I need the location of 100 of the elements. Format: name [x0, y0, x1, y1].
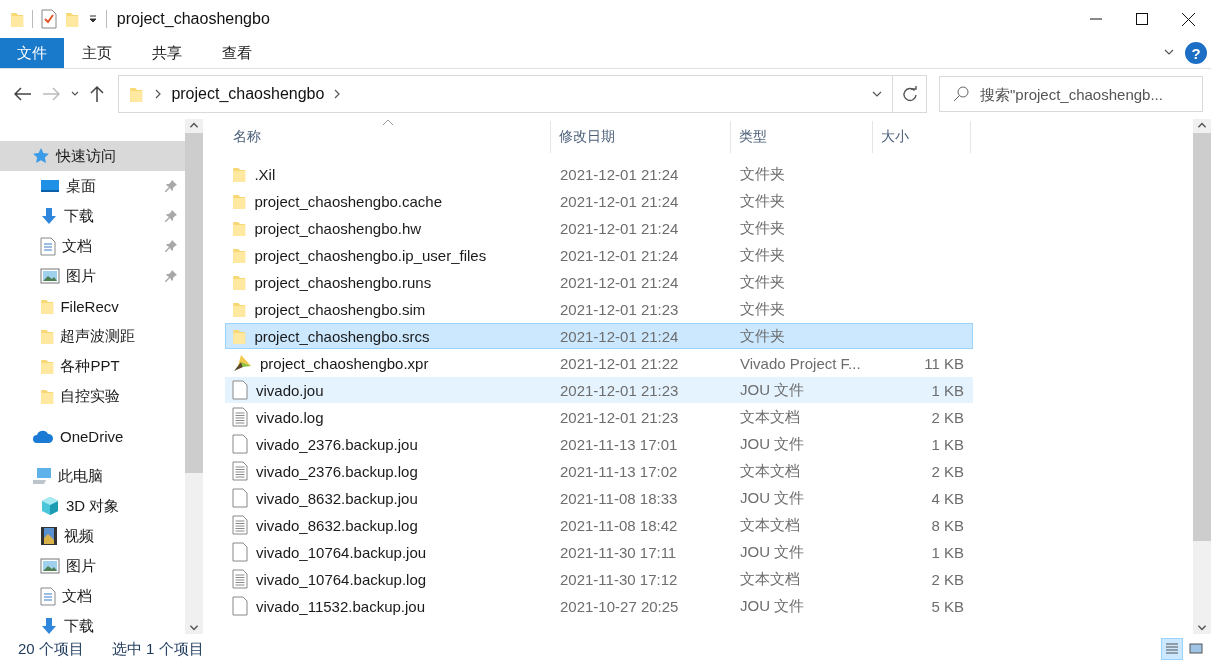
ribbon-tab[interactable]: 共享 [134, 38, 200, 68]
help-button[interactable]: ? [1185, 42, 1207, 64]
file-type: 文本文档 [739, 515, 801, 535]
folder-icon [232, 273, 247, 291]
column-header[interactable]: 名称 [225, 121, 551, 153]
file-list-scrollbar[interactable] [1193, 119, 1211, 634]
file-row[interactable]: vivado_8632.backup.log 2021-11-08 18:42 文本文档 8 KB [225, 512, 973, 538]
sidebar-item[interactable]: 下载 [0, 201, 185, 231]
file-row[interactable]: project_chaoshengbo.runs 2021-12-01 21:24 文件夹 [225, 269, 973, 295]
file-row[interactable]: vivado_2376.backup.jou 2021-11-13 17:01 JOU 文件 1 KB [225, 431, 973, 457]
file-type: JOU 文件 [739, 596, 806, 616]
file-row[interactable]: vivado_10764.backup.jou 2021-11-30 17:11 JOU 文件 1 KB [225, 539, 973, 565]
up-button[interactable] [88, 83, 106, 105]
sidebar-item[interactable]: 桌面 [0, 171, 185, 201]
modified-date: 2021-12-01 21:23 [559, 381, 680, 399]
folder-icon [232, 300, 247, 318]
ribbon-tab[interactable]: 主页 [64, 38, 130, 68]
cloud-icon [32, 428, 54, 444]
folder-icon [40, 297, 55, 315]
blank-file-icon [232, 542, 248, 562]
file-size: 5 KB [930, 597, 964, 615]
column-header[interactable]: 修改日期 [551, 121, 731, 153]
sidebar-scrollbar[interactable] [185, 119, 203, 634]
text-file-icon [232, 515, 248, 535]
document-icon [40, 586, 56, 606]
blank-file-icon [232, 596, 248, 616]
desktop-icon [40, 178, 60, 194]
file-type: 文件夹 [739, 218, 786, 238]
pin-icon [165, 270, 177, 282]
sidebar-item[interactable]: 快速访问 [0, 141, 185, 171]
file-row[interactable]: project_chaoshengbo.cache 2021-12-01 21:24 文件夹 [225, 188, 973, 214]
file-type: JOU 文件 [739, 542, 806, 562]
forward-arrow-icon [42, 87, 60, 101]
minimize-icon [1090, 18, 1102, 20]
file-row[interactable]: project_chaoshengbo.hw 2021-12-01 21:24 文件夹 [225, 215, 973, 241]
pin-icon [165, 210, 177, 222]
file-type: Vivado Project F... [739, 354, 862, 372]
text-file-icon [232, 461, 248, 481]
folder-icon [40, 387, 55, 405]
search-field[interactable]: 搜索"project_chaoshengb... [939, 76, 1203, 112]
sidebar-item[interactable]: 超声波测距 [0, 321, 185, 351]
sidebar-item[interactable]: 3D 对象 [0, 491, 185, 521]
file-row[interactable]: vivado_11532.backup.jou 2021-10-27 20:25 JOU 文件 5 KB [225, 593, 973, 619]
address-bar[interactable]: project_chaoshengbo [118, 75, 927, 113]
forward-button[interactable] [40, 85, 62, 103]
file-row[interactable]: project_chaoshengbo.sim 2021-12-01 21:23 文件夹 [225, 296, 973, 322]
sidebar-item[interactable]: OneDrive [0, 421, 185, 451]
file-name: .Xil [254, 165, 276, 183]
file-row[interactable]: vivado.jou 2021-12-01 21:23 JOU 文件 1 KB [225, 377, 973, 403]
sidebar-item[interactable]: 图片 [0, 261, 185, 291]
modified-date: 2021-12-01 21:24 [559, 165, 680, 183]
folder-icon [232, 165, 247, 183]
file-menu-tab[interactable]: 文件 [0, 38, 64, 68]
large-icons-view-icon [1189, 642, 1203, 656]
file-size: 2 KB [930, 570, 964, 588]
sidebar-item[interactable]: FileRecv [0, 291, 185, 321]
modified-date: 2021-11-30 17:11 [559, 543, 678, 561]
file-type: JOU 文件 [739, 380, 806, 400]
file-row[interactable]: project_chaoshengbo.srcs 2021-12-01 21:24 文件夹 [225, 323, 973, 349]
sidebar-item[interactable]: 文档 [0, 581, 185, 611]
folder-icon [129, 85, 144, 103]
file-row[interactable]: vivado_8632.backup.jou 2021-11-08 18:33 JOU 文件 4 KB [225, 485, 973, 511]
file-row[interactable]: .Xil 2021-12-01 21:24 文件夹 [225, 161, 973, 187]
sidebar-item[interactable]: 各种PPT [0, 351, 185, 381]
breadcrumb[interactable]: project_chaoshengbo [171, 85, 325, 103]
sidebar-item[interactable]: 此电脑 [0, 461, 185, 491]
pictures-icon [40, 558, 60, 574]
modified-date: 2021-11-08 18:42 [559, 516, 679, 534]
properties-icon [41, 9, 58, 29]
modified-date: 2021-12-01 21:22 [559, 354, 680, 372]
file-type: 文件夹 [739, 245, 786, 265]
details-view-icon [1165, 642, 1179, 656]
file-row[interactable]: vivado_2376.backup.log 2021-11-13 17:02 文本文档 2 KB [225, 458, 973, 484]
modified-date: 2021-11-08 18:33 [559, 489, 679, 507]
ribbon-tab[interactable]: 查看 [204, 38, 270, 68]
file-type: 文件夹 [739, 164, 786, 184]
pin-icon [165, 240, 177, 252]
text-file-icon [232, 407, 248, 427]
column-header[interactable]: 大小 [873, 121, 971, 153]
file-row[interactable]: project_chaoshengbo.ip_user_files 2021-12-01 21:24 文件夹 [225, 242, 973, 268]
file-type: 文本文档 [739, 461, 801, 481]
file-name: project_chaoshengbo.hw [254, 219, 422, 237]
folder-icon [232, 192, 247, 210]
file-row[interactable]: vivado.log 2021-12-01 21:23 文本文档 2 KB [225, 404, 973, 430]
back-arrow-icon [14, 87, 32, 101]
sidebar-item[interactable]: 文档 [0, 231, 185, 261]
file-row[interactable]: vivado_10764.backup.log 2021-11-30 17:12 文本文档 2 KB [225, 566, 973, 592]
file-row[interactable]: project_chaoshengbo.xpr 2021-12-01 21:22 Vivado Project F... 11 KB [225, 350, 973, 376]
details-view-button[interactable] [1161, 638, 1183, 660]
maximize-icon [1136, 13, 1148, 25]
sidebar-item[interactable]: 下载 [0, 611, 185, 634]
sidebar-item[interactable]: 图片 [0, 551, 185, 581]
window-title: project_chaoshengbo [116, 10, 270, 28]
file-type: JOU 文件 [739, 488, 806, 508]
back-button[interactable] [12, 85, 34, 103]
sidebar-item[interactable]: 自控实验 [0, 381, 185, 411]
column-header[interactable]: 类型 [731, 121, 873, 153]
file-type: 文件夹 [739, 191, 786, 211]
sidebar-item[interactable]: 视频 [0, 521, 185, 551]
file-name: vivado.log [256, 408, 324, 426]
